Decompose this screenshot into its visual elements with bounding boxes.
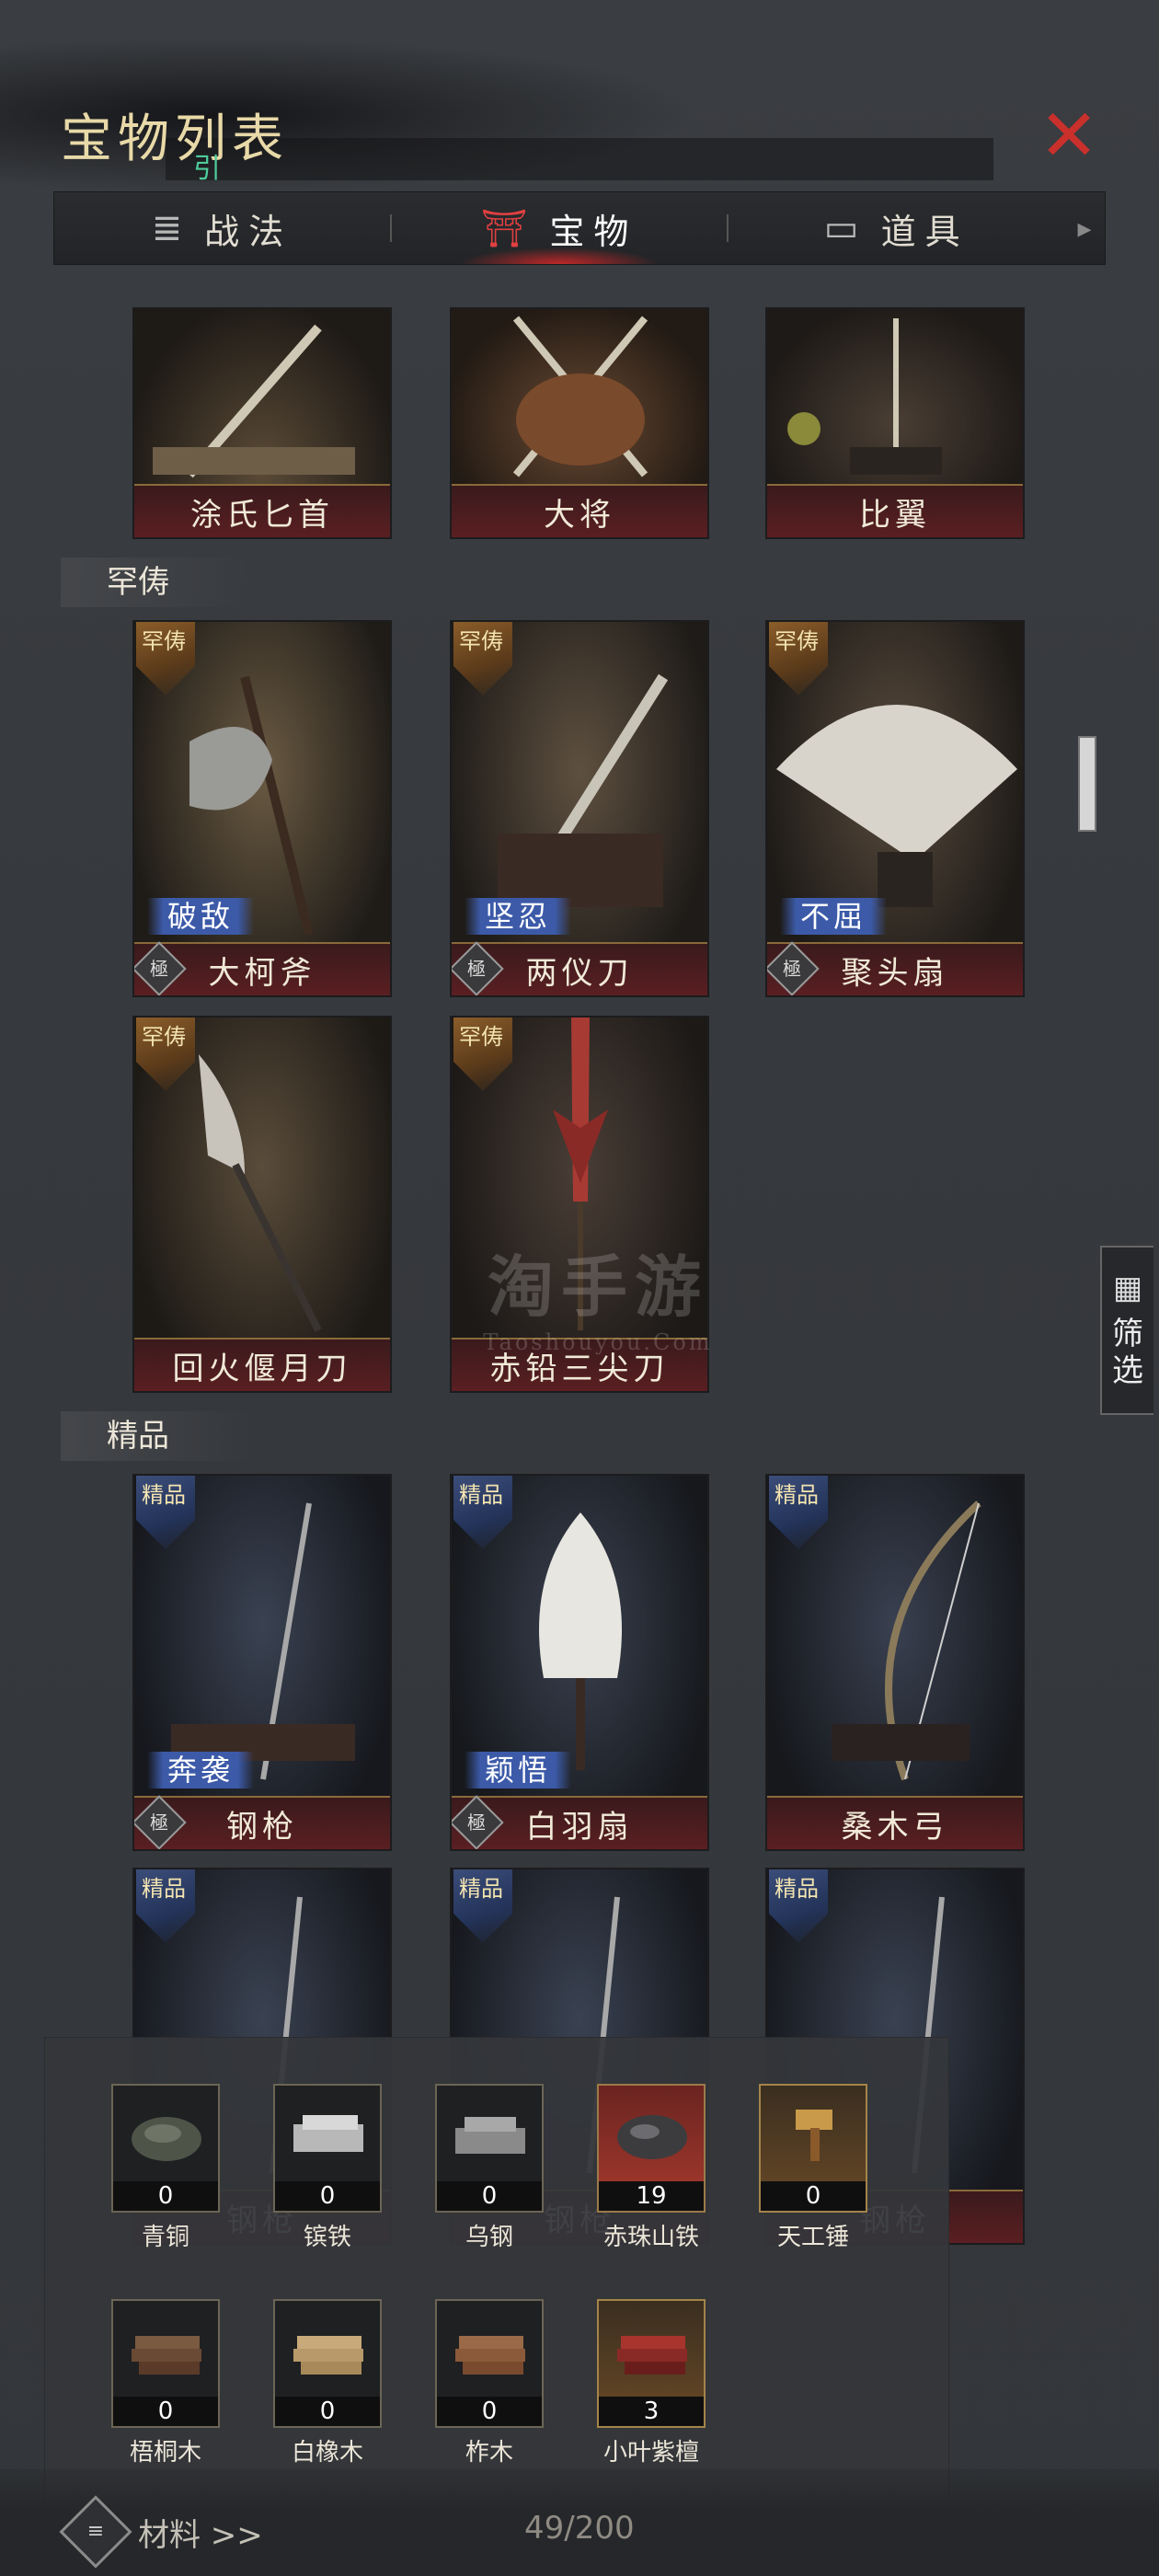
rosewood-icon — [617, 2336, 687, 2375]
tab-next-arrow-icon[interactable]: ▸ — [1064, 213, 1105, 245]
item-name: 回火偃月刀 — [134, 1338, 390, 1391]
title-subtitle: 引 — [193, 153, 221, 185]
item-name: 大将 — [452, 484, 707, 537]
item-name: 比翼 — [767, 484, 1023, 537]
crossed-weapons-art — [512, 316, 648, 477]
treasure-card[interactable]: 罕俦 坚忍 两仪刀 極 — [450, 620, 709, 997]
inventory-count: 49/200 — [524, 2510, 635, 2547]
iron-ingot-icon — [293, 2115, 363, 2152]
filter-label: 筛选 — [1112, 1316, 1143, 1389]
material-item[interactable]: 0 青铜 — [111, 2084, 220, 2251]
treasure-card[interactable]: 精品 颖悟 白羽扇 極 — [450, 1474, 709, 1851]
material-item[interactable]: 0 镔铁 — [273, 2084, 382, 2251]
title-strip — [166, 138, 993, 180]
wood-logs-icon — [132, 2336, 201, 2375]
box-icon: ▭ — [823, 207, 868, 249]
skill-tag: 坚忍 — [465, 898, 572, 935]
wood-logs-icon — [455, 2336, 525, 2375]
close-x-icon: ✕ — [1039, 95, 1099, 178]
material-slot: 0 — [435, 2299, 544, 2428]
tab-items[interactable]: ▭ 道具 — [729, 192, 1064, 264]
hammer-icon — [796, 2110, 832, 2161]
twin-swords-art — [787, 318, 942, 475]
treasure-card[interactable]: 罕俦 破敌 大柯斧 極 — [132, 620, 392, 997]
skill-tag: 破敌 — [147, 898, 255, 935]
section-header-rare: 罕俦 — [61, 558, 254, 607]
material-slot: 0 — [759, 2084, 867, 2213]
page-title: 宝物列表 — [61, 109, 289, 169]
material-item[interactable]: 0 柞木 — [435, 2299, 544, 2467]
grid-icon: ▦ — [1112, 1270, 1143, 1306]
steel-ingot-icon — [455, 2117, 525, 2154]
treasure-card[interactable]: 罕俦 不屈 聚头扇 極 — [765, 620, 1025, 997]
footer-bar: ≡ 材料 >> 49/200 — [0, 2469, 1159, 2576]
watermark: 淘手游 Taoshouyou.Com — [483, 1248, 713, 1355]
skill-tag: 不屈 — [780, 898, 888, 935]
treasure-card[interactable]: 比翼 — [765, 307, 1025, 539]
wood-logs-icon — [293, 2336, 363, 2375]
material-item[interactable]: 19 赤珠山铁 — [597, 2084, 706, 2251]
treasure-card[interactable]: 大将 — [450, 307, 709, 539]
material-slot: 19 — [597, 2084, 706, 2213]
item-name: 桑木弓 — [767, 1796, 1023, 1849]
scrollbar-thumb[interactable] — [1078, 736, 1096, 832]
treasure-card[interactable]: 罕俦 回火偃月刀 — [132, 1016, 392, 1393]
dagger-art — [153, 324, 355, 478]
bronze-ore-icon — [132, 2117, 201, 2161]
filter-button[interactable]: ▦ 筛选 — [1100, 1246, 1153, 1415]
item-name: 涂氏匕首 — [134, 484, 390, 537]
skill-tag: 颖悟 — [465, 1752, 572, 1788]
scroll-icon: ≣ — [151, 207, 192, 249]
tab-bar: ≣ 战法 ⛩ 宝物 ▭ 道具 ▸ — [53, 191, 1106, 265]
tab-tactics[interactable]: ≣ 战法 — [54, 192, 390, 264]
treasure-card[interactable]: 精品 奔袭 钢枪 極 — [132, 1474, 392, 1851]
tab-label: 道具 — [880, 211, 970, 252]
material-slot: 0 — [435, 2084, 544, 2213]
material-slot: 0 — [111, 2084, 220, 2213]
materials-link[interactable]: 材料 >> — [138, 2510, 263, 2555]
material-item[interactable]: 0 乌钢 — [435, 2084, 544, 2251]
section-header-fine: 精品 — [61, 1411, 254, 1461]
skill-tag: 奔袭 — [147, 1752, 255, 1788]
title-bar: 宝物列表 引 — [55, 92, 993, 185]
tab-label: 宝物 — [549, 211, 638, 252]
tab-label: 战法 — [204, 211, 293, 252]
close-button[interactable]: ✕ — [1036, 100, 1102, 172]
treasure-card[interactable]: 涂氏匕首 — [132, 307, 392, 539]
red-iron-ore-icon — [617, 2115, 687, 2159]
material-item[interactable]: 0 白橡木 — [273, 2299, 382, 2467]
treasure-card[interactable]: 精品 桑木弓 — [765, 1474, 1025, 1851]
material-slot: 0 — [273, 2084, 382, 2213]
materials-panel: 0 青铜 0 镔铁 0 乌钢 19 赤珠山铁 0 天工锤 0 梧桐木 0 白橡木… — [44, 2037, 949, 2512]
material-item[interactable]: 3 小叶紫檀 — [597, 2299, 706, 2467]
tab-treasure[interactable]: ⛩ 宝物 — [392, 192, 728, 264]
material-slot: 0 — [273, 2299, 382, 2428]
materials-icon[interactable]: ≡ — [59, 2495, 132, 2569]
material-slot: 0 — [111, 2299, 220, 2428]
treasure-icon: ⛩ — [480, 207, 537, 250]
material-slot: 3 — [597, 2299, 706, 2428]
material-item[interactable]: 0 天工锤 — [759, 2084, 867, 2251]
material-item[interactable]: 0 梧桐木 — [111, 2299, 220, 2467]
